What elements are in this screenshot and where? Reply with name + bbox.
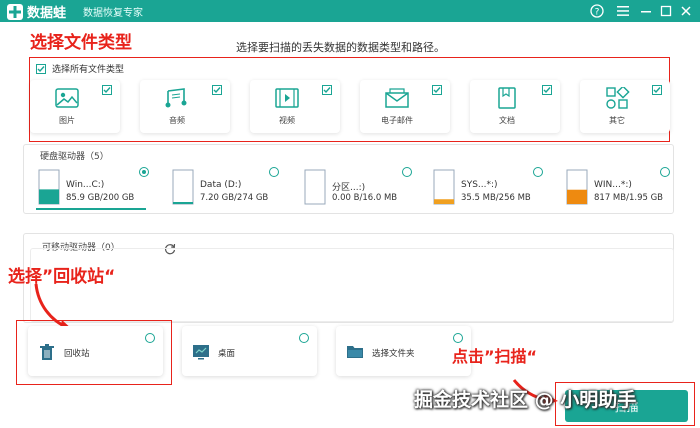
hard-drive-icon <box>566 169 588 205</box>
type-checkbox[interactable] <box>652 85 662 95</box>
hard-drive-icon <box>304 169 326 205</box>
type-label: 电子邮件 <box>381 116 413 125</box>
drive-size: 7.20 GB/274 GB <box>200 193 269 203</box>
type-card-audio[interactable]: 音频 <box>140 80 230 133</box>
email-icon <box>384 87 410 109</box>
drive-size: 817 MB/1.95 GB <box>594 193 664 203</box>
type-checkbox[interactable] <box>102 85 112 95</box>
drive-radio[interactable] <box>402 167 412 177</box>
annotation-click-scan: 点击”扫描“ <box>452 347 538 366</box>
drive-selected-indicator <box>36 208 146 210</box>
drive-radio[interactable] <box>533 167 543 177</box>
type-checkbox[interactable] <box>432 85 442 95</box>
type-checkbox[interactable] <box>212 85 222 95</box>
drive-name: SYS...*:) <box>461 180 498 190</box>
drive-radio[interactable] <box>139 167 149 177</box>
drive-item[interactable]: Win...C:) 85.9 GB/200 GB <box>38 167 153 209</box>
drive-name: WIN...*:) <box>594 180 632 190</box>
folder-icon <box>346 344 364 360</box>
app-subtitle: 数据恢复专家 <box>83 8 143 19</box>
drive-item[interactable]: SYS...*:) 35.5 MB/256 MB <box>433 167 548 209</box>
drive-name: Win...C:) <box>66 180 105 190</box>
image-icon <box>54 87 80 109</box>
type-card-other[interactable]: 其它 <box>580 80 670 133</box>
maximize-icon[interactable] <box>657 2 675 20</box>
menu-icon[interactable] <box>614 2 632 20</box>
annotation-select-types: 选择文件类型 <box>30 33 132 53</box>
annotation-box-types <box>29 57 670 142</box>
location-radio[interactable] <box>299 333 309 343</box>
type-label: 视频 <box>279 116 295 125</box>
location-label: 选择文件夹 <box>372 349 415 359</box>
desktop-icon <box>192 344 210 360</box>
type-card-video[interactable]: 视频 <box>250 80 340 133</box>
location-label: 桌面 <box>218 349 236 359</box>
drive-item[interactable]: WIN...*:) 817 MB/1.95 GB <box>566 167 666 209</box>
drive-size: 85.9 GB/200 GB <box>66 193 135 203</box>
drive-usage-fill <box>567 189 587 204</box>
type-label: 图片 <box>59 116 75 125</box>
type-label: 文档 <box>499 116 515 125</box>
audio-icon <box>164 87 190 109</box>
minimize-icon[interactable] <box>637 2 655 20</box>
hard-drive-title: 硬盘驱动器（5） <box>40 152 109 162</box>
instruction-text: 选择要扫描的丢失数据的数据类型和路径。 <box>236 41 445 54</box>
drive-usage-fill <box>173 202 193 204</box>
drive-name: Data (D:) <box>200 180 242 190</box>
location-radio[interactable] <box>453 333 463 343</box>
type-checkbox[interactable] <box>322 85 332 95</box>
type-card-email[interactable]: 电子邮件 <box>360 80 450 133</box>
location-desktop[interactable]: 桌面 <box>182 326 317 376</box>
drive-name: 分区...:) <box>332 183 366 193</box>
title-bar: 数据蛙 数据恢复专家 ? <box>0 0 700 22</box>
drive-usage-fill <box>39 189 59 204</box>
select-all-types[interactable]: 选择所有文件类型 <box>36 62 124 75</box>
hard-drive-icon <box>38 169 60 205</box>
type-label: 其它 <box>609 116 625 125</box>
select-all-label: 选择所有文件类型 <box>52 65 125 75</box>
select-all-checkbox[interactable] <box>36 63 46 74</box>
watermark: 掘金技术社区 @ 小明助手 <box>414 389 637 411</box>
type-checkbox[interactable] <box>542 85 552 95</box>
hard-drive-icon <box>433 169 455 205</box>
location-select-folder[interactable]: 选择文件夹 <box>336 326 471 376</box>
logo-icon <box>6 3 24 21</box>
annotation-box-recycle <box>16 320 172 385</box>
close-icon[interactable] <box>677 2 695 20</box>
drive-usage-fill <box>434 199 454 204</box>
svg-text:?: ? <box>595 8 600 18</box>
type-label: 音频 <box>169 116 185 125</box>
other-icon <box>604 85 630 109</box>
type-card-documents[interactable]: 文档 <box>470 80 560 133</box>
drive-radio[interactable] <box>660 167 670 177</box>
document-icon <box>494 87 520 109</box>
help-icon[interactable]: ? <box>588 2 606 20</box>
app-logo: 数据蛙 <box>6 2 66 21</box>
removable-drive-list <box>30 248 674 322</box>
video-icon <box>274 87 300 109</box>
drive-radio[interactable] <box>269 167 279 177</box>
drive-size: 0.00 B/16.0 MB <box>332 193 398 203</box>
type-card-images[interactable]: 图片 <box>30 80 120 133</box>
hard-drive-icon <box>172 169 194 205</box>
app-name: 数据蛙 <box>27 6 67 21</box>
drive-size: 35.5 MB/256 MB <box>461 193 531 203</box>
